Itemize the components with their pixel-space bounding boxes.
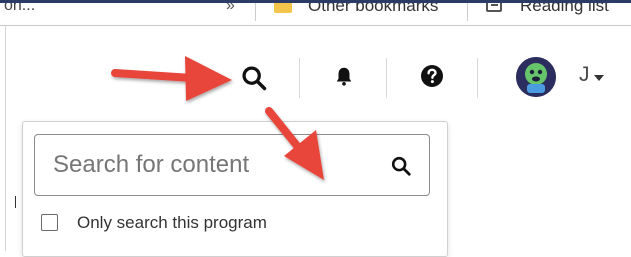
caret-down-icon[interactable] [594,75,604,81]
bookmark-separator [467,3,468,21]
folder-icon [274,3,292,13]
search-input[interactable] [41,141,373,189]
avatar[interactable] [516,57,556,97]
help-icon[interactable] [420,64,444,88]
header-divider [477,58,478,98]
bookmarks-bar: on... » Other bookmarks Reading list [0,3,631,26]
reading-list-link[interactable]: Reading list [520,3,609,16]
other-bookmarks-link[interactable]: Other bookmarks [308,3,438,16]
bookmarks-overflow-chevron[interactable]: » [226,3,235,15]
header-divider [299,58,300,98]
header-divider [386,58,387,98]
only-search-program-checkbox[interactable] [41,214,58,231]
bookmark-separator [255,3,256,21]
only-search-program-label: Only search this program [77,213,267,232]
content-left-edge [5,25,6,251]
search-icon[interactable] [240,64,268,92]
background-text-fragment [15,196,16,208]
user-initial[interactable]: J [579,63,590,87]
search-submit-icon[interactable] [390,155,412,177]
avatar-image [516,57,556,97]
reading-list-icon [486,3,502,12]
search-field-container [34,134,430,196]
notification-bell-icon[interactable] [333,64,355,88]
bookmark-truncated[interactable]: on... [4,3,35,15]
annotation-arrow-right [111,56,232,101]
search-dropdown-panel: Only search this program [22,121,448,257]
